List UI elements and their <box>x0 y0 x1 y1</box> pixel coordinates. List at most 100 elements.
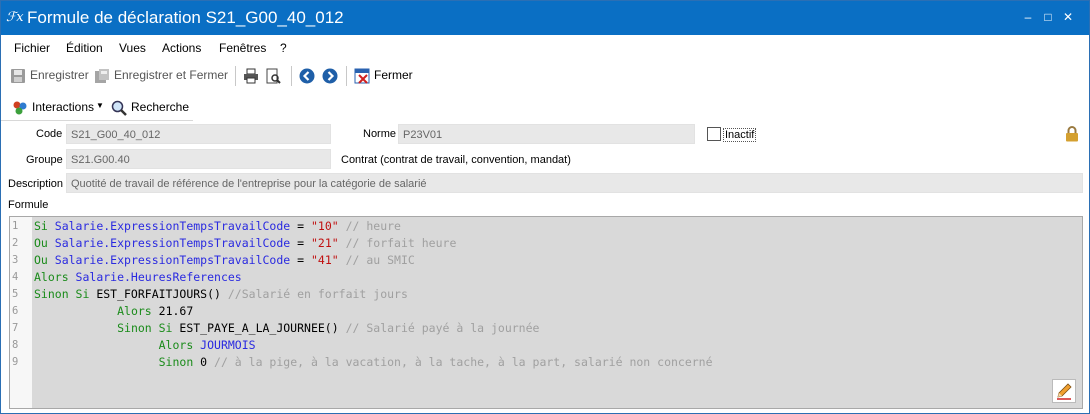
code-line: Sinon Si EST_PAYE_A_LA_JOURNEE() // Sala… <box>34 320 539 337</box>
code-token: "21" <box>310 236 339 250</box>
code-token: 0 <box>200 355 215 369</box>
code-label: Code <box>36 128 63 140</box>
groupe-label: Groupe <box>26 154 63 166</box>
next-button[interactable] <box>322 66 340 86</box>
toolbar-separator <box>235 66 236 86</box>
inactif-label[interactable]: Inactif <box>723 128 757 142</box>
norme-field[interactable]: P23V01 <box>398 124 695 144</box>
line-number: 3 <box>12 254 19 266</box>
search-icon <box>111 100 127 116</box>
save-and-close-button[interactable]: Enregistrer et Fermer <box>94 66 228 86</box>
code-token: = <box>290 236 311 250</box>
toolbar-separator <box>291 66 292 86</box>
code-token: // à la pige, à la vacation, à la tache,… <box>214 355 713 369</box>
arrow-left-circle-icon <box>299 68 315 84</box>
groupe-field[interactable]: S21.G00.40 <box>66 149 331 169</box>
print-preview-icon <box>266 68 281 84</box>
arrow-right-circle-icon <box>322 68 338 84</box>
formula-code-editor[interactable]: 1 Si Salarie.ExpressionTempsTravailCode =… <box>9 216 1083 409</box>
code-token: Si <box>34 219 55 233</box>
line-number: 2 <box>12 237 19 249</box>
line-number: 8 <box>12 339 19 351</box>
menu-help[interactable]: ? <box>280 41 287 55</box>
code-line: Sinon 0 // à la pige, à la vacation, à l… <box>34 354 713 371</box>
dropdown-caret-icon: ▼ <box>96 101 104 110</box>
menu-actions[interactable]: Actions <box>162 41 201 55</box>
maximize-button[interactable]: □ <box>1041 10 1055 24</box>
code-token: "41" <box>310 253 339 267</box>
search-button[interactable]: Recherche <box>111 98 189 118</box>
menu-fichier[interactable]: Fichier <box>14 41 50 55</box>
norme-label: Norme <box>363 128 397 140</box>
code-token: Ou <box>34 253 55 267</box>
code-line: Ou Salarie.ExpressionTempsTravailCode = … <box>34 252 415 269</box>
code-token: Alors <box>34 270 76 284</box>
description-label: Description <box>8 178 64 190</box>
main-toolbar: Enregistrer Enregistrer et Fermer Fermer <box>1 62 1089 88</box>
code-token: // forfait heure <box>338 236 457 250</box>
line-number: 9 <box>12 356 19 368</box>
interactions-label: Interactions <box>32 100 95 114</box>
save-button[interactable]: Enregistrer <box>10 66 90 86</box>
code-token: Salarie.ExpressionTempsTravailCode <box>54 236 291 250</box>
code-token: EST_PAYE_A_LA_JOURNEE() <box>179 321 346 335</box>
close-window-button[interactable]: ✕ <box>1061 10 1075 24</box>
close-label: Fermer <box>374 68 413 82</box>
pencil-icon <box>1057 383 1072 400</box>
menu-bar: Fichier Édition Vues Actions Fenêtres ? <box>1 36 1089 58</box>
code-line: Alors JOURMOIS <box>34 337 256 354</box>
code-token: // heure <box>338 219 401 233</box>
code-token: = <box>290 253 311 267</box>
code-token: JOURMOIS <box>200 338 256 352</box>
code-line: Ou Salarie.ExpressionTempsTravailCode = … <box>34 235 456 252</box>
interactions-dropdown[interactable]: Interactions ▼ <box>12 98 104 118</box>
print-preview-button[interactable] <box>265 66 283 86</box>
line-number: 7 <box>12 322 19 334</box>
code-line: Sinon Si EST_FORFAITJOURS() //Salarié en… <box>34 286 408 303</box>
code-token: Salarie.HeuresReferences <box>75 270 242 284</box>
code-token: Sinon Si <box>117 321 180 335</box>
close-document-icon <box>354 68 370 84</box>
code-token: // au SMIC <box>338 253 415 267</box>
code-token: Alors <box>117 304 159 318</box>
printer-icon <box>244 68 258 84</box>
toolbar-separator <box>346 66 347 86</box>
minimize-button[interactable]: – <box>1021 10 1035 24</box>
save-label: Enregistrer <box>30 68 89 82</box>
line-number: 5 <box>12 288 19 300</box>
window-title: Formule de déclaration S21_G00_40_012 <box>27 8 344 27</box>
code-token: EST_FORFAITJOURS() <box>96 287 228 301</box>
save-close-label: Enregistrer et Fermer <box>114 68 229 82</box>
inactif-checkbox[interactable] <box>707 127 721 141</box>
edit-formula-button[interactable] <box>1052 379 1076 403</box>
line-number: 1 <box>12 220 19 232</box>
close-button[interactable]: Fermer <box>354 66 416 86</box>
print-button[interactable] <box>243 66 261 86</box>
code-token: //Salarié en forfait jours <box>227 287 408 301</box>
floppy-disk-icon <box>11 69 25 83</box>
code-token: 21.67 <box>158 304 194 318</box>
title-bar[interactable]: ℱx Formule de déclaration S21_G00_40_012… <box>1 1 1089 35</box>
description-field[interactable]: Quotité de travail de référence de l'ent… <box>66 173 1083 193</box>
groupe-description: Contrat (contrat de travail, convention,… <box>341 154 571 166</box>
save-close-icon <box>95 69 109 83</box>
menu-fenetres[interactable]: Fenêtres <box>219 41 266 55</box>
previous-button[interactable] <box>299 66 317 86</box>
code-token: Salarie.ExpressionTempsTravailCode <box>54 253 291 267</box>
search-label: Recherche <box>131 100 190 114</box>
menu-edition[interactable]: Édition <box>66 41 103 55</box>
code-token: Salarie.ExpressionTempsTravailCode <box>54 219 291 233</box>
code-token: Sinon Si <box>34 287 97 301</box>
menu-vues[interactable]: Vues <box>119 41 146 55</box>
line-number: 4 <box>12 271 19 283</box>
code-line: Alors Salarie.HeuresReferences <box>34 269 242 286</box>
formule-label: Formule <box>8 199 49 211</box>
code-line: Alors 21.67 <box>34 303 193 320</box>
lock-icon <box>1066 126 1078 142</box>
code-field[interactable]: S21_G00_40_012 <box>66 124 331 144</box>
secondary-toolbar: Interactions ▼ Recherche <box>1 94 193 121</box>
code-token: // Salarié payé à la journée <box>345 321 540 335</box>
